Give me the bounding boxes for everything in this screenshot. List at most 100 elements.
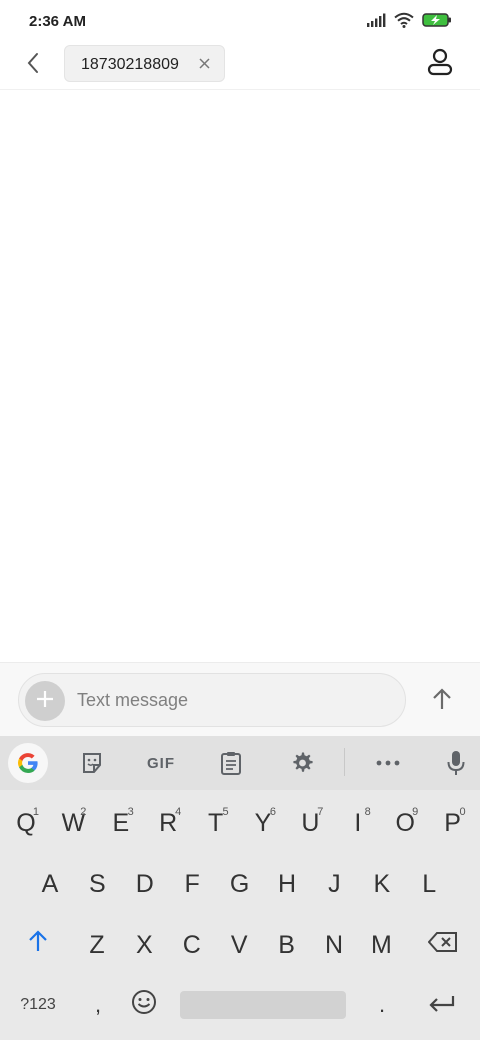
- compose-bar: [0, 662, 480, 736]
- recipient-chip[interactable]: 18730218809: [64, 45, 225, 82]
- key-i[interactable]: I8: [338, 798, 378, 848]
- key-f[interactable]: F: [172, 859, 212, 909]
- emoji-icon: [131, 989, 157, 1022]
- key-hint: 7: [317, 806, 324, 818]
- key-hint: 3: [127, 806, 134, 818]
- key-label: V: [230, 930, 248, 959]
- settings-icon[interactable]: [282, 743, 322, 783]
- clipboard-icon[interactable]: [211, 743, 251, 783]
- emoji-key[interactable]: [124, 980, 164, 1030]
- arrow-up-icon: [432, 687, 452, 715]
- key-u[interactable]: U7: [290, 798, 330, 848]
- key-a[interactable]: A: [30, 859, 70, 909]
- arrow-up-icon: [28, 929, 48, 959]
- shift-key[interactable]: [18, 919, 58, 969]
- key-hint: 1: [32, 806, 39, 818]
- key-c[interactable]: C: [172, 920, 212, 970]
- status-time: 2:36 AM: [29, 13, 86, 30]
- key-label: H: [277, 869, 297, 898]
- key-label: Y: [254, 808, 272, 837]
- contact-button[interactable]: [424, 48, 456, 80]
- key-label: S: [89, 869, 106, 898]
- key-b[interactable]: B: [267, 920, 307, 970]
- key-hint: 0: [459, 806, 466, 818]
- key-hint: 6: [269, 806, 276, 818]
- key-label: J: [328, 869, 341, 898]
- message-input[interactable]: [77, 674, 387, 726]
- google-icon[interactable]: [8, 743, 48, 783]
- key-r[interactable]: R4: [148, 798, 188, 848]
- key-j[interactable]: J: [314, 859, 354, 909]
- key-l[interactable]: L: [409, 859, 449, 909]
- comma-key[interactable]: ,: [78, 980, 118, 1030]
- backspace-icon: [427, 930, 458, 959]
- message-list[interactable]: [0, 90, 480, 662]
- signal-icon: [366, 13, 386, 32]
- recipient-number: 18730218809: [81, 56, 179, 73]
- key-hint: 8: [364, 806, 371, 818]
- key-label: K: [373, 869, 391, 898]
- key-label: M: [370, 930, 392, 959]
- key-x[interactable]: X: [124, 920, 164, 970]
- key-label: B: [278, 930, 295, 959]
- enter-key[interactable]: [420, 980, 464, 1030]
- mic-icon[interactable]: [436, 743, 476, 783]
- key-label: E: [112, 808, 130, 837]
- symbols-key[interactable]: ?123: [12, 980, 64, 1030]
- key-v[interactable]: V: [219, 920, 259, 970]
- comma-label: ,: [94, 992, 102, 1017]
- key-s[interactable]: S: [77, 859, 117, 909]
- key-label: L: [422, 869, 437, 898]
- status-icons: [366, 12, 452, 33]
- key-d[interactable]: D: [125, 859, 165, 909]
- spacebar[interactable]: [180, 991, 346, 1019]
- key-q[interactable]: Q1: [6, 798, 46, 848]
- key-label: T: [207, 808, 224, 837]
- compose-field: [18, 673, 406, 727]
- wifi-icon: [394, 12, 414, 33]
- toolbar-divider: [344, 748, 345, 776]
- key-w[interactable]: W2: [53, 798, 93, 848]
- enter-icon: [429, 991, 455, 1020]
- key-g[interactable]: G: [220, 859, 260, 909]
- send-button[interactable]: [424, 683, 460, 719]
- close-icon[interactable]: [196, 55, 212, 71]
- key-label: D: [135, 869, 154, 898]
- key-y[interactable]: Y6: [243, 798, 283, 848]
- key-z[interactable]: Z: [77, 920, 117, 970]
- keyboard: GIF Q1W2E3R4T5Y6U7I8O9P 0 A S D F G H J …: [0, 736, 480, 1040]
- attach-button[interactable]: [25, 681, 65, 721]
- key-hint: 9: [412, 806, 419, 818]
- conversation-header: 18730218809: [0, 44, 480, 90]
- backspace-key[interactable]: [420, 919, 466, 969]
- back-button[interactable]: [18, 50, 48, 80]
- symbols-label: ?123: [20, 996, 56, 1013]
- key-label: P: [444, 808, 461, 837]
- more-icon[interactable]: [368, 743, 408, 783]
- key-hint: 4: [175, 806, 182, 818]
- key-label: X: [136, 930, 153, 959]
- gif-label: GIF: [147, 754, 175, 772]
- battery-charging-icon: [422, 13, 452, 32]
- key-h[interactable]: H: [267, 859, 307, 909]
- key-hint: 2: [80, 806, 87, 818]
- key-label: A: [41, 869, 59, 898]
- period-label: .: [378, 992, 386, 1017]
- sticker-icon[interactable]: [72, 743, 112, 783]
- gif-button[interactable]: GIF: [138, 743, 184, 783]
- key-k[interactable]: K: [362, 859, 402, 909]
- key-label: N: [324, 930, 344, 959]
- key-m[interactable]: M: [361, 920, 401, 970]
- person-icon: [427, 48, 453, 81]
- key-label: I: [354, 808, 362, 837]
- key-t[interactable]: T5: [196, 798, 236, 848]
- plus-icon: [36, 690, 54, 713]
- keyboard-toolbar: GIF: [0, 736, 480, 790]
- chevron-left-icon: [26, 52, 40, 79]
- key-e[interactable]: E3: [101, 798, 141, 848]
- key-p[interactable]: P0: [433, 798, 473, 848]
- key-n[interactable]: N: [314, 920, 354, 970]
- key-o[interactable]: O9: [385, 798, 425, 848]
- key-label: C: [182, 930, 201, 959]
- period-key[interactable]: .: [362, 980, 402, 1030]
